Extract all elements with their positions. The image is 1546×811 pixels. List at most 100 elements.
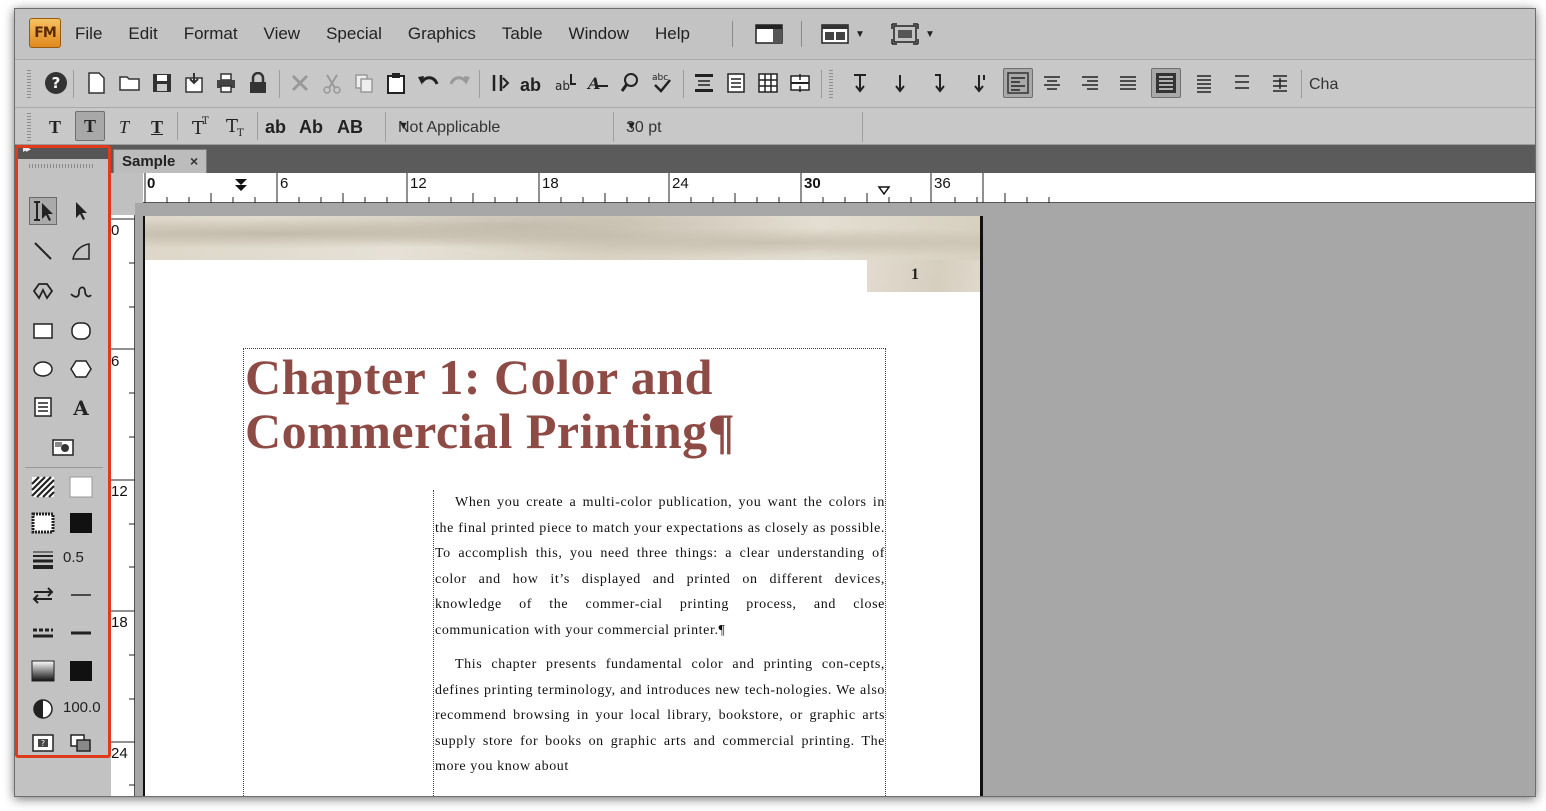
one-half-spacing-button[interactable] — [1189, 68, 1219, 98]
undo-button[interactable] — [413, 68, 443, 98]
import-button[interactable] — [179, 68, 209, 98]
chapter-title[interactable]: Chapter 1: Color and Commercial Printing… — [245, 350, 845, 458]
italic-button[interactable]: T — [119, 117, 129, 138]
dash-style[interactable] — [67, 619, 95, 647]
spell-check-button[interactable]: abc — [647, 68, 677, 98]
body-paragraph-1: When you create a multi-color publicatio… — [435, 495, 885, 638]
text-frame-tool[interactable] — [29, 393, 57, 421]
object-select-tool[interactable] — [67, 197, 95, 225]
overprint-tool[interactable] — [29, 695, 57, 723]
rounded-rectangle-tool[interactable] — [67, 317, 95, 345]
font-size-dropdown[interactable]: 30 pt ▼ — [613, 112, 863, 142]
tab-sample[interactable]: Sample × — [113, 149, 207, 173]
open-button[interactable] — [115, 68, 145, 98]
menu-table[interactable]: Table — [502, 24, 543, 44]
rectangle-tool[interactable] — [29, 317, 57, 345]
menu-graphics[interactable]: Graphics — [408, 24, 476, 44]
menu-window[interactable]: Window — [569, 24, 629, 44]
bold-button[interactable]: T — [75, 111, 105, 141]
fill-pattern-tool[interactable] — [29, 473, 57, 501]
lock-button[interactable] — [243, 68, 273, 98]
panel-toggle-button[interactable] — [755, 23, 783, 45]
find-replace-button[interactable]: ab — [551, 68, 581, 98]
workspace-switcher[interactable]: ▼ — [821, 23, 865, 45]
graphic-frame-tool[interactable] — [49, 433, 77, 461]
vruler-label-0: 0 — [111, 222, 120, 239]
save-button[interactable] — [147, 68, 177, 98]
character-designer-icon: A — [586, 74, 608, 93]
menu-file[interactable]: File — [75, 24, 102, 44]
clear-button[interactable] — [285, 68, 315, 98]
polyline-tool[interactable] — [29, 277, 57, 305]
arc-tool[interactable] — [67, 237, 95, 265]
runaround-tool[interactable]: ? — [29, 729, 57, 757]
initial-caps-button[interactable]: Ab — [299, 117, 323, 138]
menu-view[interactable]: View — [264, 24, 301, 44]
line-width-value: 0.5 — [63, 549, 84, 566]
spelling-ab-button[interactable]: ab — [520, 75, 541, 96]
dash-pattern-tool[interactable] — [29, 619, 57, 647]
stacking-tool[interactable] — [67, 729, 95, 757]
paste-button[interactable] — [381, 68, 411, 98]
anchor-side-button[interactable] — [965, 68, 995, 98]
single-spacing-button[interactable] — [1151, 68, 1181, 98]
line-tool[interactable] — [29, 237, 57, 265]
document-page[interactable]: 1 Chapter 1: Color and Commercial Printi… — [143, 216, 983, 796]
smart-select-tool[interactable] — [29, 197, 57, 225]
table-button[interactable] — [753, 68, 783, 98]
superscript-button[interactable]: TT — [187, 111, 217, 141]
freehand-tool[interactable] — [67, 277, 95, 305]
font-family-dropdown[interactable]: Not Applicable ▼ — [385, 112, 613, 142]
polygon-tool[interactable] — [67, 355, 95, 383]
insert-table-anchor-button[interactable] — [689, 68, 719, 98]
cut-button[interactable] — [317, 68, 347, 98]
paragraph-button[interactable] — [485, 68, 515, 98]
lowercase-button[interactable]: ab — [265, 117, 286, 138]
find-button[interactable] — [615, 68, 645, 98]
justify-button[interactable] — [1113, 68, 1143, 98]
anchor-below-button[interactable] — [845, 68, 875, 98]
double-spacing-button[interactable] — [1227, 68, 1257, 98]
uppercase-button[interactable]: AB — [337, 117, 363, 138]
menu-format[interactable]: Format — [184, 24, 238, 44]
custom-spacing-button[interactable] — [1265, 68, 1295, 98]
screen-mode-switcher[interactable]: ▼ — [891, 23, 935, 45]
text-line-tool[interactable]: A — [67, 393, 95, 421]
subscript-button[interactable]: TT — [221, 111, 251, 141]
character-format-label[interactable]: Cha — [1309, 76, 1338, 94]
underline-button[interactable]: T — [151, 117, 163, 138]
menu-help[interactable]: Help — [655, 24, 690, 44]
menu-special[interactable]: Special — [326, 24, 382, 44]
page-layout-button[interactable] — [721, 68, 751, 98]
line-ends-tool[interactable] — [29, 581, 57, 609]
pen-color-swatch[interactable] — [67, 509, 95, 537]
print-button[interactable] — [211, 68, 241, 98]
tint-tool[interactable] — [29, 657, 57, 685]
redo-button[interactable] — [445, 68, 475, 98]
align-right-button[interactable] — [1075, 68, 1105, 98]
arc-icon — [72, 243, 90, 260]
line-end-style[interactable] — [67, 581, 95, 609]
character-designer-button[interactable]: A — [583, 68, 613, 98]
new-document-button[interactable] — [81, 68, 111, 98]
palette-header[interactable]: ▸▸ — [15, 144, 111, 159]
color-swatch[interactable] — [67, 657, 95, 685]
align-left-icon — [1007, 72, 1029, 94]
row-insert-button[interactable] — [785, 68, 815, 98]
ruler-label-36: 36 — [934, 175, 951, 192]
anchor-bottom-button[interactable] — [885, 68, 915, 98]
app-logo: FM — [29, 18, 61, 48]
oval-tool[interactable] — [29, 355, 57, 383]
help-button[interactable]: ? — [41, 68, 71, 98]
close-icon[interactable]: × — [190, 153, 198, 169]
align-center-button[interactable] — [1037, 68, 1067, 98]
body-text[interactable]: When you create a multi-color publicatio… — [435, 490, 885, 789]
line-width-tool[interactable] — [29, 545, 57, 573]
fill-color-swatch[interactable] — [67, 473, 95, 501]
menu-edit[interactable]: Edit — [128, 24, 157, 44]
copy-button[interactable] — [349, 68, 379, 98]
anchor-run-in-button[interactable] — [925, 68, 955, 98]
plain-text-button[interactable]: T — [49, 117, 61, 138]
pen-pattern-tool[interactable] — [29, 509, 57, 537]
align-left-button[interactable] — [1003, 68, 1033, 98]
